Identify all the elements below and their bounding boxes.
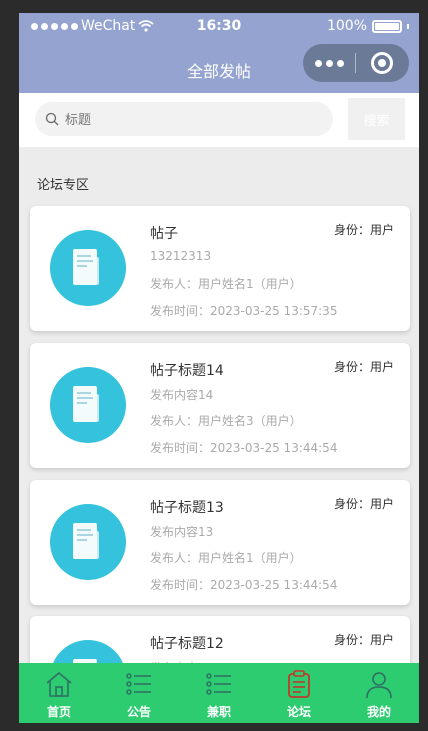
tab-home[interactable]: 首页 (19, 663, 99, 723)
post-thumbnail (50, 367, 126, 443)
post-time: 发布时间：2023-03-25 13:44:54 (150, 441, 338, 455)
bottom-tabbar: 首页 公告 兼职 论坛 我的 (19, 663, 419, 723)
tab-notice[interactable]: 公告 (99, 663, 179, 723)
post-role: 身份：用户 (333, 633, 394, 647)
post-title: 帖子 (150, 226, 178, 242)
post-content: 13212313 (150, 249, 212, 263)
post-time: 发布时间：2023-03-25 13:44:54 (150, 578, 338, 592)
post-title: 帖子标题12 (150, 636, 224, 652)
more-options-icon[interactable] (303, 59, 355, 67)
post-thumbnail (50, 230, 126, 306)
post-role: 身份：用户 (333, 497, 394, 511)
miniprogram-capsule (303, 44, 409, 82)
battery-icon (372, 19, 402, 33)
status-bar: WeChat 16:30 100% (19, 13, 419, 41)
post-card[interactable]: 帖子 身份：用户 13212313 发布人：用户姓名1（用户） 发布时间：202… (30, 206, 410, 331)
post-card[interactable]: 帖子标题13 身份：用户 发布内容13 发布人：用户姓名1（用户） 发布时间：2… (30, 480, 410, 605)
search-input[interactable] (65, 111, 305, 127)
search-icon (45, 112, 59, 126)
list-icon (126, 673, 151, 695)
battery-percent: 100% (326, 18, 367, 34)
user-icon (366, 672, 392, 699)
tab-label: 公告 (126, 705, 151, 719)
list-icon (206, 673, 231, 695)
section-title: 论坛专区 (37, 178, 90, 193)
post-card[interactable]: 帖子标题14 身份：用户 发布内容14 发布人：用户姓名3（用户） 发布时间：2… (30, 343, 410, 468)
search-bar: 搜索 (19, 93, 419, 147)
battery-info: 100% (327, 18, 409, 34)
clipboard-icon (288, 670, 310, 698)
tab-label: 兼职 (206, 705, 231, 719)
post-thumbnail (50, 504, 126, 580)
tab-parttime[interactable]: 兼职 (179, 663, 259, 723)
tab-mine[interactable]: 我的 (339, 663, 419, 723)
tab-forum[interactable]: 论坛 (259, 663, 339, 723)
post-publisher: 发布人：用户姓名1（用户） (150, 277, 302, 291)
top-bar: WeChat 16:30 100% 全部发帖 (19, 13, 419, 93)
phone-screen: WeChat 16:30 100% 全部发帖 标题 搜索 论坛专区 帖子 身份：… (19, 13, 419, 723)
post-publisher: 发布人：用户姓名3（用户） (150, 414, 302, 428)
home-icon (46, 671, 72, 697)
post-title: 帖子标题13 (150, 500, 224, 516)
post-content: 发布内容14 (150, 388, 214, 402)
post-title: 帖子标题14 (150, 363, 224, 379)
post-role: 身份：用户 (333, 360, 394, 374)
document-icon (73, 386, 99, 422)
tab-label: 论坛 (286, 705, 311, 719)
post-role: 身份：用户 (333, 223, 394, 237)
search-box (35, 102, 333, 136)
post-publisher: 发布人：用户姓名1（用户） (150, 551, 302, 565)
document-icon (73, 249, 99, 285)
tab-label: 首页 (46, 705, 71, 719)
post-time: 发布时间：2023-03-25 13:57:35 (150, 304, 338, 318)
close-miniprogram-icon[interactable] (356, 52, 408, 74)
search-button[interactable]: 搜索 (348, 98, 405, 140)
post-content: 发布内容13 (150, 525, 214, 539)
tab-label: 我的 (366, 705, 391, 719)
document-icon (73, 523, 99, 559)
